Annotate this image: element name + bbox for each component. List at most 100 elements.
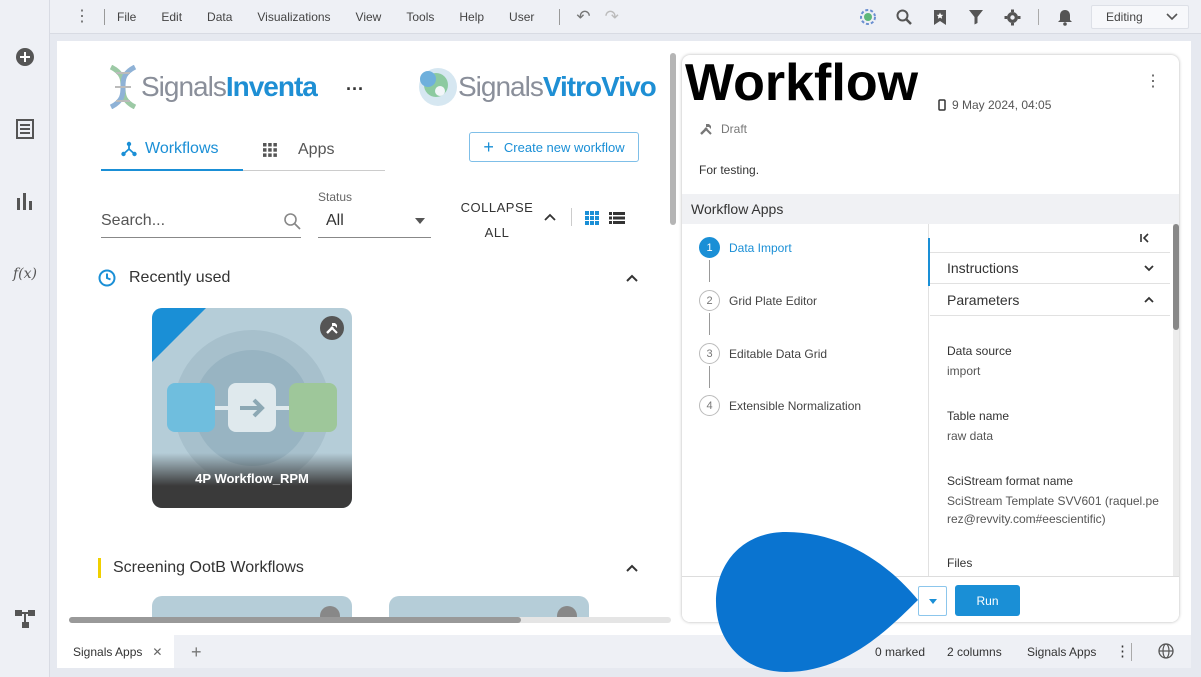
logo-word-vitrovivo: VitroVivo [542, 71, 657, 102]
page-tab[interactable]: Signals Apps ✕ [57, 635, 174, 668]
param-value: raw data [947, 429, 994, 443]
chevron-up-icon[interactable] [626, 272, 638, 284]
tab-apps-label: Apps [298, 141, 335, 158]
horizontal-scrollbar[interactable] [69, 617, 671, 623]
scrollbar-thumb[interactable] [69, 617, 521, 623]
step-data-import[interactable]: 1 Data Import [699, 237, 792, 258]
menu-edit[interactable]: Edit [161, 10, 182, 24]
formula-icon[interactable]: f(x) [13, 262, 37, 286]
step-grid-plate-editor[interactable]: 2 Grid Plate Editor [699, 290, 817, 311]
plus-icon: + [483, 137, 494, 157]
create-workflow-button[interactable]: + Create new workflow [469, 132, 639, 162]
menu-user[interactable]: User [509, 10, 534, 24]
search-icon [284, 213, 301, 230]
menu-visualizations[interactable]: Visualizations [257, 10, 330, 24]
caret-down-icon [415, 218, 425, 224]
logo-word-inventa: Inventa [225, 71, 318, 102]
gear-icon[interactable] [1002, 7, 1022, 27]
workflow-card[interactable] [389, 596, 589, 618]
step-extensible-normalization[interactable]: 4 Extensible Normalization [699, 395, 861, 416]
menu-help[interactable]: Help [459, 10, 484, 24]
page-tab-label: Signals Apps [73, 644, 143, 659]
create-workflow-label: Create new workflow [503, 139, 625, 155]
instructions-label: Instructions [947, 260, 1019, 276]
parameters-label: Parameters [947, 291, 1020, 308]
step-label: Extensible Normalization [729, 398, 862, 413]
status-select[interactable]: All [318, 205, 431, 238]
chevron-up-icon [1144, 296, 1154, 303]
param-label: Table name [947, 409, 1010, 423]
grid-view-icon[interactable] [585, 211, 599, 225]
step-details: Instructions Parameters Data source impo… [928, 224, 1179, 576]
data-source: Signals Apps [1027, 645, 1097, 659]
menu-tools[interactable]: Tools [406, 10, 434, 24]
bell-icon[interactable] [1055, 7, 1075, 27]
menu-view[interactable]: View [356, 10, 382, 24]
instructions-accordion[interactable]: Instructions [930, 252, 1170, 284]
chevron-up-icon[interactable] [544, 213, 556, 221]
step-number: 2 [699, 290, 720, 311]
add-icon[interactable] [13, 45, 37, 69]
more-vertical-icon[interactable]: ⋮ [1115, 642, 1130, 660]
ai-sparkle-icon[interactable] [858, 7, 878, 27]
tab-workflows-label: Workflows [145, 140, 219, 157]
tab-apps[interactable]: Apps [262, 129, 382, 171]
workflow-description: For testing. [699, 163, 760, 177]
workflow-card[interactable] [152, 596, 352, 618]
add-page-icon[interactable]: + [191, 642, 202, 663]
scrollbar-thumb[interactable] [1173, 224, 1179, 330]
list-view-icon[interactable] [609, 212, 625, 224]
divider [104, 8, 105, 25]
close-icon[interactable]: ✕ [152, 645, 162, 659]
workarea: Signals Inventa ··· Signals VitroVivo Wo… [57, 41, 1191, 635]
logo-more-icon[interactable]: ··· [346, 79, 364, 100]
mode-select[interactable]: Editing [1091, 5, 1189, 29]
step-label: Grid Plate Editor [729, 293, 818, 308]
param-value: SciStream Template SVV601 (raquel.perez@… [947, 494, 1159, 526]
status-value: All [326, 212, 344, 229]
menu-data[interactable]: Data [207, 10, 232, 24]
card-title: 4P Workflow_RPM [195, 471, 309, 486]
redo-icon[interactable]: ↷ [605, 7, 619, 27]
bookmark-star-icon[interactable] [930, 7, 950, 27]
divider [571, 208, 572, 226]
collapse-left-icon[interactable] [1140, 232, 1150, 246]
step-label: Data Import [729, 240, 792, 255]
logo-word-signals: Signals [141, 71, 227, 102]
param-value: import [947, 364, 981, 378]
menu-file[interactable]: File [117, 10, 136, 24]
section-screening-ootb: Screening OotB Workflows [98, 556, 638, 580]
workflow-card[interactable]: 4P Workflow_RPM [152, 308, 352, 508]
workflow-date-text: 9 May 2024, 04:05 [952, 98, 1052, 112]
vertical-scrollbar[interactable] [1173, 224, 1179, 576]
data-table-icon[interactable] [13, 117, 37, 141]
bar-chart-icon[interactable] [13, 189, 37, 213]
chevron-up-icon[interactable] [626, 562, 638, 574]
parameters-accordion[interactable]: Parameters [930, 284, 1170, 316]
tab-workflows[interactable]: Workflows [101, 129, 243, 171]
undo-icon[interactable]: ↶ [576, 7, 590, 27]
search-placeholder: Search... [101, 212, 166, 229]
dna-helix-icon [109, 65, 137, 109]
globe-icon[interactable] [1158, 643, 1174, 659]
search-input[interactable]: Search... [101, 205, 301, 238]
tools-icon [700, 124, 712, 135]
vertical-scrollbar[interactable] [670, 53, 676, 225]
step-number: 3 [699, 343, 720, 364]
more-vertical-icon[interactable]: ⋮ [74, 8, 90, 25]
divider [1131, 643, 1132, 661]
filter-icon[interactable] [966, 7, 986, 27]
left-rail: f(x) [0, 0, 50, 677]
phone-icon [938, 99, 946, 111]
more-vertical-icon[interactable]: ⋮ [1145, 71, 1161, 91]
signals-vitrovivo-logo: Signals VitroVivo [416, 65, 657, 109]
step-editable-data-grid[interactable]: 3 Editable Data Grid [699, 343, 827, 364]
workflow-status: Draft [699, 122, 747, 136]
step-connector [709, 260, 710, 282]
search-icon[interactable] [894, 7, 914, 27]
workflow-tree-icon[interactable] [13, 607, 37, 631]
collapse-all-line1: COLLAPSE [460, 200, 534, 215]
run-button[interactable]: Run [955, 585, 1020, 616]
collapse-all-button[interactable]: COLLAPSE ALL [457, 195, 537, 245]
step-connector [709, 366, 710, 388]
